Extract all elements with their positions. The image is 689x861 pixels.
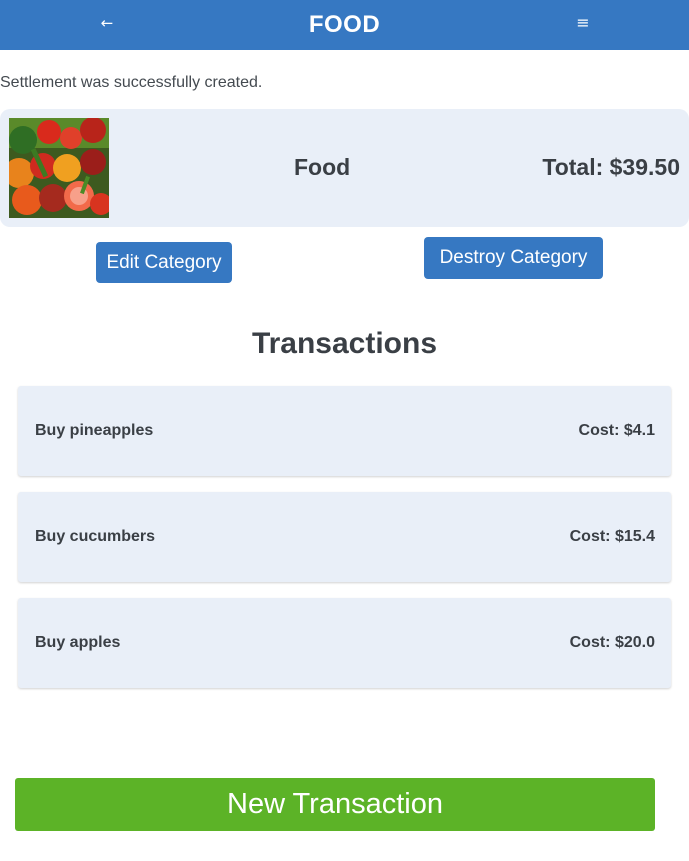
transaction-cost: Cost: $15.4 <box>569 528 655 545</box>
transaction-cost: Cost: $4.1 <box>578 422 655 439</box>
transaction-row[interactable]: Buy apples Cost: $20.0 <box>18 598 671 688</box>
transaction-name: Buy cucumbers <box>35 528 156 545</box>
flash-notice: Settlement was successfully created. <box>0 74 263 91</box>
category-image <box>9 118 109 218</box>
transaction-cost: Cost: $20.0 <box>569 634 655 651</box>
category-card: Food Total: $39.50 <box>0 109 689 227</box>
transaction-name: Buy pineapples <box>35 422 154 439</box>
destroy-category-button[interactable]: Destroy Category <box>424 237 603 279</box>
transaction-row[interactable]: Buy cucumbers Cost: $15.4 <box>18 492 671 582</box>
top-navbar: ← FOOD ≡ <box>0 0 689 50</box>
back-arrow-icon[interactable]: ← <box>97 13 117 33</box>
new-transaction-button[interactable]: New Transaction <box>15 778 655 831</box>
transaction-row[interactable]: Buy pineapples Cost: $4.1 <box>18 386 671 476</box>
category-name: Food <box>294 154 351 180</box>
transaction-name: Buy apples <box>35 634 121 651</box>
transactions-heading: Transactions <box>251 327 438 360</box>
category-total: Total: $39.50 <box>542 154 680 180</box>
vegetables-photo-icon <box>9 118 109 218</box>
edit-category-button[interactable]: Edit Category <box>96 242 232 283</box>
hamburger-menu-icon[interactable]: ≡ <box>573 13 593 33</box>
